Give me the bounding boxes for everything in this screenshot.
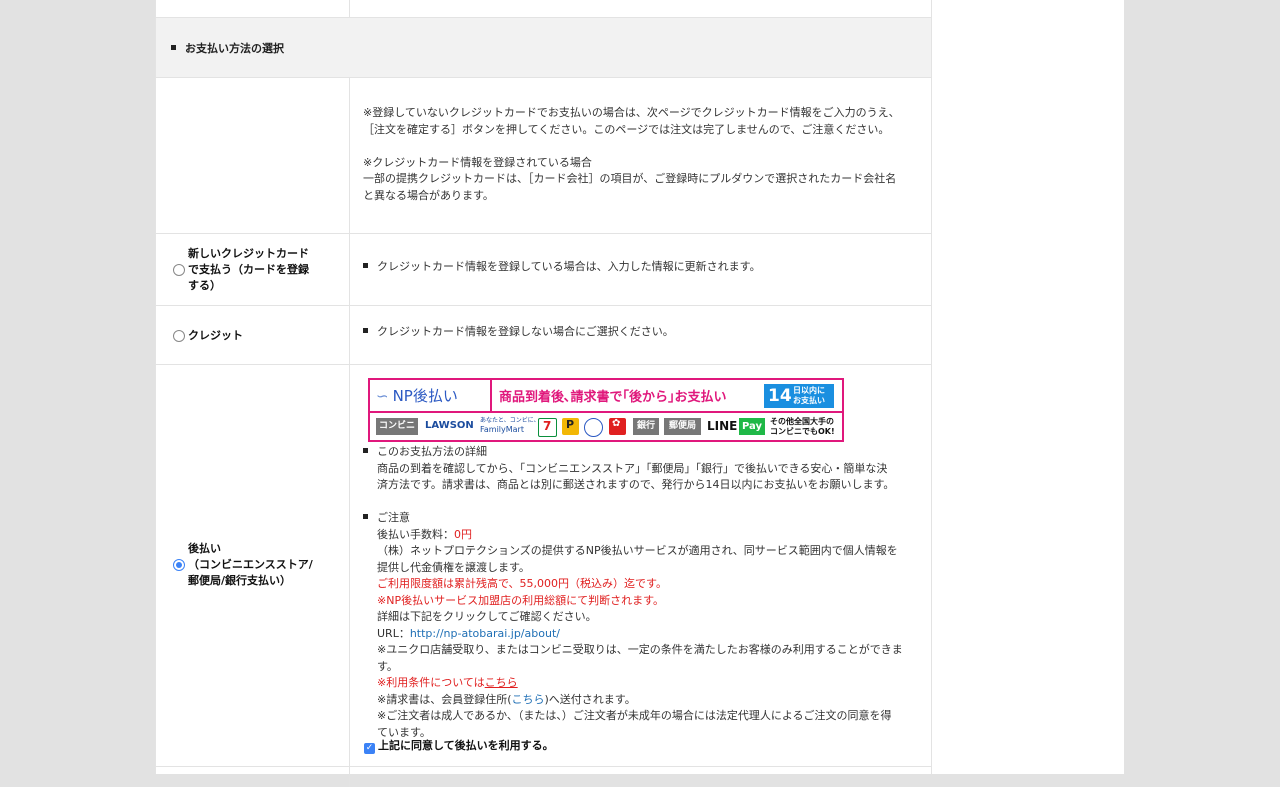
limit-line: ご利用限度額は累計残高で、55,000円（税込み）迄です。 xyxy=(377,577,667,590)
judge-line: ※NP後払いサービス加盟店の利用総額にて判断されます。 xyxy=(377,593,664,607)
option-credit[interactable]: クレジット クレジットカード情報を登録しない場合にご選択ください。 xyxy=(156,306,931,365)
invoice-line: ※請求書は、会員登録住所(こちら)へ送付されます。 xyxy=(377,692,636,706)
seven-eleven-icon: 7 xyxy=(538,418,557,437)
details-heading: このお支払方法の詳細 xyxy=(363,444,923,461)
lawson-logo: LAWSON xyxy=(425,420,474,431)
pay-logo: Pay xyxy=(739,418,766,435)
np-details: このお支払方法の詳細 商品の到着を確認してから、「コンビニエンスストア」「郵便局… xyxy=(363,444,923,741)
option-description: クレジットカード情報を登録している場合は、入力した情報に更新されます。 xyxy=(363,258,761,274)
familymart-logo: あなたと、コンビに、 FamilyMart xyxy=(480,417,540,434)
agree-checkbox-row[interactable]: ✓ 上記に同意して後払いを利用する。 xyxy=(364,737,554,754)
radio-new-credit-card[interactable] xyxy=(173,264,185,276)
url-line: URL：http://np-atobarai.jp/about/ xyxy=(377,626,560,640)
fee-line: 後払い手数料：0円 xyxy=(377,527,472,541)
bullet-square-icon xyxy=(363,328,368,333)
payment-table: お支払い方法の選択 ※登録していないクレジットカードでお支払いの場合は、次ページ… xyxy=(155,0,932,787)
bank-chip: 銀行 xyxy=(633,418,659,435)
option-label[interactable]: クレジット xyxy=(188,328,243,344)
radio-np-atobarai[interactable] xyxy=(173,559,185,571)
previous-row xyxy=(156,0,931,18)
radio-credit[interactable] xyxy=(173,330,185,342)
intro-note-row: ※登録していないクレジットカードでお支払いの場合は、次ページでクレジットカード情… xyxy=(156,78,931,234)
option-description: クレジットカード情報を登録しない場合にご選択ください。 xyxy=(363,323,674,339)
np-slogan: 商品到着後､請求書で｢後から｣お支払い xyxy=(499,390,727,405)
caution-heading: ご注意 xyxy=(363,510,923,527)
bullet-square-icon xyxy=(363,514,368,519)
bullet-square-icon xyxy=(363,448,368,453)
option-np-atobarai[interactable]: 後払い （コンビニエンスストア/ 郵便局/銀行支払い） ∽ NP後払い 商品到着後… xyxy=(156,365,931,767)
option-label[interactable]: 後払い （コンビニエンスストア/ 郵便局/銀行支払い） xyxy=(188,541,313,589)
terms-link[interactable]: こちら xyxy=(485,676,518,689)
ministop-icon: ✿ xyxy=(609,418,626,435)
np-14days-badge: 14 日以内に お支払い xyxy=(764,384,834,408)
poplar-icon: P xyxy=(562,418,579,435)
np-payment-places: コンビニ LAWSON あなたと、コンビに、 FamilyMart 7 P ✿ … xyxy=(370,413,842,440)
bullet-square-icon xyxy=(363,263,368,268)
np-about-link[interactable]: http://np-atobarai.jp/about/ xyxy=(410,627,560,640)
credit-card-note: ※登録していないクレジットカードでお支払いの場合は、次ページでクレジットカード情… xyxy=(363,106,900,202)
line-logo: LINE xyxy=(707,419,738,433)
other-conv-note: その他全国大手の コンビニでもOK! xyxy=(770,417,835,436)
option-new-credit-card[interactable]: 新しいクレジットカード で支払う（カードを登録 する） クレジットカード情報を登… xyxy=(156,234,931,306)
daily-yamazaki-icon xyxy=(584,418,603,437)
next-row xyxy=(156,767,931,787)
bullet-square-icon xyxy=(171,45,176,50)
address-link[interactable]: こちら xyxy=(512,693,545,706)
section-title: お支払い方法の選択 xyxy=(171,40,284,56)
np-atobarai-banner: ∽ NP後払い 商品到着後､請求書で｢後から｣お支払い 14 日以内に お支払い … xyxy=(368,378,844,442)
agree-checkbox[interactable]: ✓ xyxy=(364,743,375,754)
np-logo: ∽ NP後払い xyxy=(376,387,458,405)
payment-section-header: お支払い方法の選択 xyxy=(156,18,931,78)
option-label[interactable]: 新しいクレジットカード で支払う（カードを登録 する） xyxy=(188,246,309,294)
terms-line: ※利用条件についてはこちら xyxy=(377,676,518,689)
conv-chip: コンビニ xyxy=(376,418,418,435)
post-chip: 郵便局 xyxy=(664,418,701,435)
np-swoosh-icon: ∽ xyxy=(376,387,389,405)
